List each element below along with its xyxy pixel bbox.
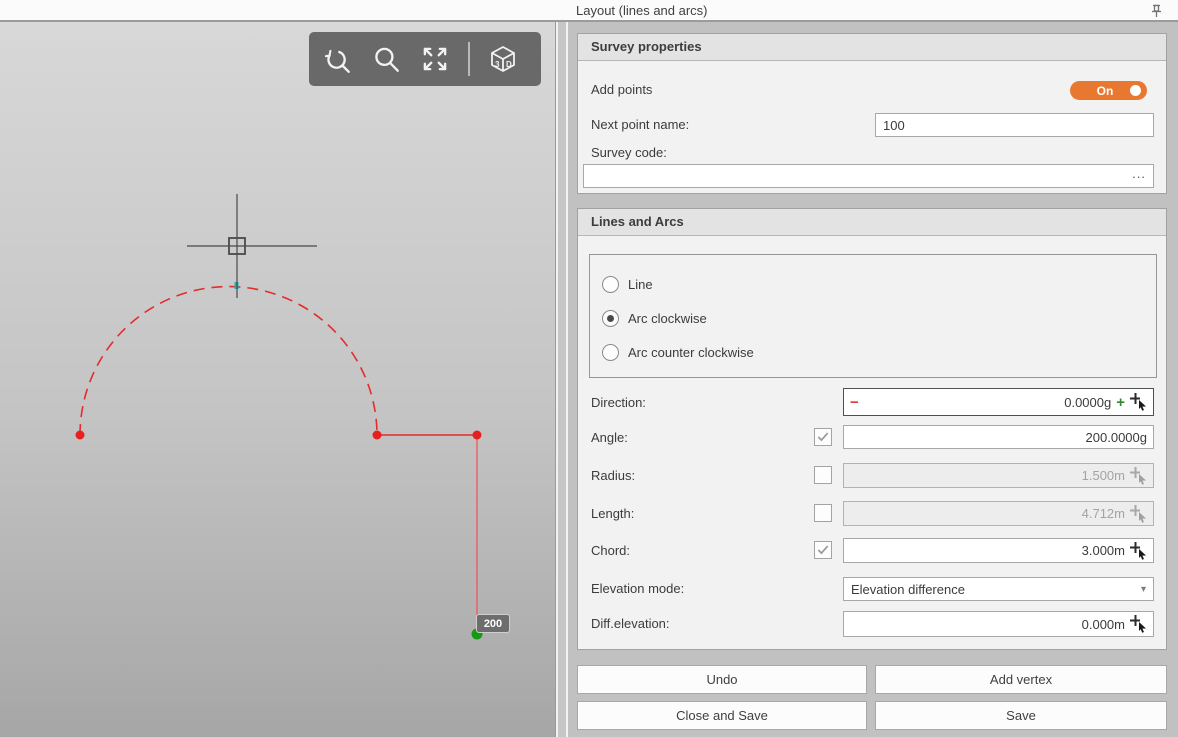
- toolbar-separator: [468, 42, 470, 76]
- radio-label: Arc counter clockwise: [628, 345, 754, 360]
- point-label-badge: 200: [477, 615, 509, 632]
- angle-label: Angle:: [591, 430, 628, 445]
- radius-checkbox[interactable]: [814, 466, 832, 484]
- radio-label: Line: [628, 277, 653, 292]
- direction-value: 0.0000g: [864, 395, 1111, 410]
- radio-arc-clockwise[interactable]: Arc clockwise: [602, 310, 707, 327]
- panel-splitter[interactable]: [556, 22, 568, 737]
- sketch-geometry: [0, 22, 555, 737]
- view-toolbar: 3 D: [309, 32, 541, 86]
- diff-elevation-pick-icon[interactable]: [1130, 615, 1147, 633]
- zoom-fit-icon[interactable]: [419, 43, 451, 75]
- add-points-toggle[interactable]: On: [1070, 81, 1147, 100]
- add-vertex-button[interactable]: Add vertex: [875, 665, 1167, 694]
- pin-icon[interactable]: [1148, 3, 1164, 20]
- crosshair-cursor: [187, 194, 317, 298]
- diff-elevation-label: Diff.elevation:: [591, 616, 670, 631]
- direction-input[interactable]: − 0.0000g +: [843, 388, 1154, 416]
- diff-elevation-value: 0.000m: [850, 617, 1125, 632]
- direction-pick-icon[interactable]: [1130, 393, 1147, 411]
- elevation-mode-dropdown[interactable]: Elevation difference ▾: [843, 577, 1154, 601]
- vertex-point: [473, 431, 482, 440]
- survey-properties-header: Survey properties: [578, 34, 1166, 61]
- next-point-name-label: Next point name:: [591, 117, 689, 132]
- diff-elevation-input[interactable]: 0.000m: [843, 611, 1154, 637]
- length-pick-icon: [1130, 505, 1147, 523]
- toggle-knob: [1130, 85, 1141, 96]
- angle-input[interactable]: 200.0000g: [843, 425, 1154, 449]
- undo-button[interactable]: Undo: [577, 665, 867, 694]
- chord-value: 3.000m: [850, 543, 1125, 558]
- svg-text:D: D: [506, 60, 512, 69]
- radius-value: 1.500m: [850, 468, 1125, 483]
- vertex-point: [76, 431, 85, 440]
- svg-text:3: 3: [495, 60, 500, 69]
- chord-input[interactable]: 3.000m: [843, 538, 1154, 563]
- survey-code-input[interactable]: [583, 164, 1154, 188]
- elevation-mode-label: Elevation mode:: [591, 581, 684, 596]
- survey-properties-section: Survey properties Add points On Next poi…: [577, 33, 1167, 194]
- panel-title: Layout (lines and arcs): [576, 3, 708, 18]
- app-window: Layout (lines and arcs): [0, 0, 1178, 737]
- length-checkbox[interactable]: [814, 504, 832, 522]
- next-point-name-input[interactable]: [875, 113, 1154, 137]
- check-icon: [818, 433, 827, 440]
- chord-pick-icon[interactable]: [1130, 542, 1147, 560]
- layout-panel: Survey properties Add points On Next poi…: [568, 22, 1178, 737]
- radio-arc-counter-clockwise[interactable]: Arc counter clockwise: [602, 344, 754, 361]
- radio-circle-selected: [602, 310, 619, 327]
- zoom-previous-icon[interactable]: [321, 43, 353, 75]
- length-value: 4.712m: [850, 506, 1125, 521]
- radio-circle: [602, 344, 619, 361]
- drawing-canvas[interactable]: 3 D 200: [0, 22, 556, 737]
- survey-code-label: Survey code:: [591, 145, 667, 160]
- angle-checkbox[interactable]: [814, 428, 832, 446]
- lines-and-arcs-header: Lines and Arcs: [578, 209, 1166, 236]
- segment-type-group: Line Arc clockwise Arc counter clockwise: [589, 254, 1157, 378]
- length-input: 4.712m: [843, 501, 1154, 526]
- arc-preview: [80, 287, 377, 435]
- add-points-label: Add points: [591, 82, 652, 97]
- lines-and-arcs-section: Lines and Arcs Line Arc clockwise Arc co…: [577, 208, 1167, 650]
- direction-increase-button[interactable]: +: [1116, 395, 1125, 410]
- view-3d-icon[interactable]: 3 D: [487, 43, 519, 75]
- direction-label: Direction:: [591, 395, 646, 410]
- radio-circle: [602, 276, 619, 293]
- radius-pick-icon: [1130, 467, 1147, 485]
- save-button[interactable]: Save: [875, 701, 1167, 730]
- elevation-mode-value: Elevation difference: [851, 582, 1141, 597]
- vertex-point: [373, 431, 382, 440]
- direction-decrease-button[interactable]: −: [850, 395, 859, 410]
- survey-code-browse-button[interactable]: ...: [1132, 166, 1146, 181]
- radius-label: Radius:: [591, 468, 635, 483]
- radio-line[interactable]: Line: [602, 276, 653, 293]
- toggle-on-label: On: [1070, 84, 1130, 98]
- radius-input: 1.500m: [843, 463, 1154, 488]
- zoom-icon[interactable]: [370, 43, 402, 75]
- length-label: Length:: [591, 506, 634, 521]
- chord-checkbox[interactable]: [814, 541, 832, 559]
- check-icon: [818, 546, 827, 553]
- chevron-down-icon: ▾: [1141, 584, 1146, 595]
- radio-label: Arc clockwise: [628, 311, 707, 326]
- angle-value: 200.0000g: [850, 430, 1147, 445]
- close-and-save-button[interactable]: Close and Save: [577, 701, 867, 730]
- chord-label: Chord:: [591, 543, 630, 558]
- panel-title-bar: Layout (lines and arcs): [0, 0, 1178, 22]
